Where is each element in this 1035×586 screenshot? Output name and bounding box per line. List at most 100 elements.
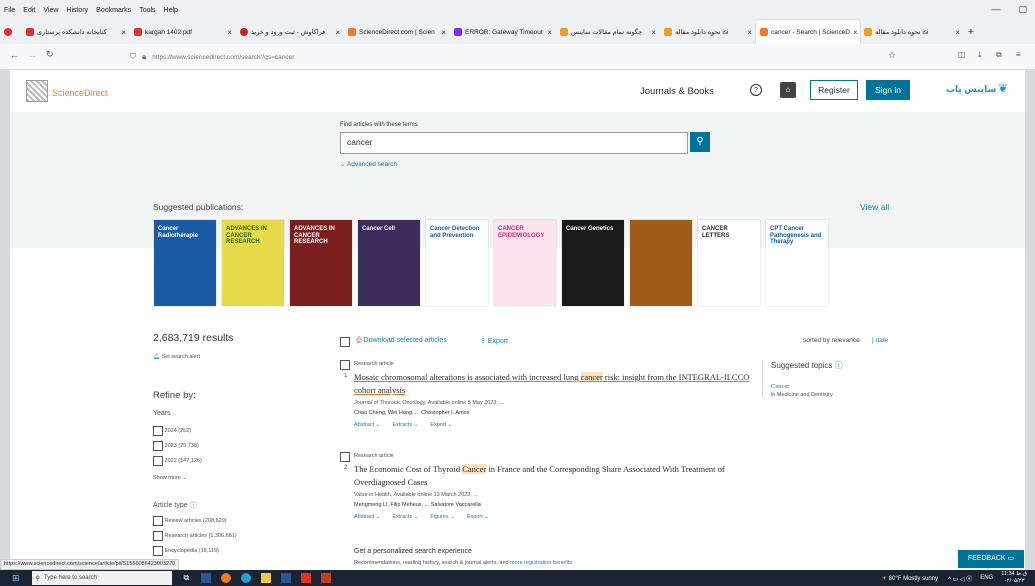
tab-close-icon[interactable]: × [335,28,340,37]
tab-5[interactable]: ERROR: Gateway Timeout × [450,20,556,44]
journal-cover-3[interactable]: ADVANCES IN CANCER RESEARCH [290,220,352,306]
topic-cancer-link[interactable]: Cancer [771,383,882,390]
taskbar-search-box[interactable]: ⚲ Type here to search [31,571,172,585]
pocket-icon[interactable]: ◫ [958,50,966,59]
word-taskbar-icon[interactable] [281,573,292,583]
journal-cover-2[interactable]: ADVANCES IN CANCER RESEARCH [222,220,284,306]
tab-2[interactable]: kargah 1402.pdf × [130,20,236,44]
tab-4[interactable]: ScienceDirect.com | Scien × [344,20,450,44]
windows-start-icon[interactable]: ⊞ [12,573,20,584]
register-button[interactable]: Register [810,80,858,100]
institution-icon[interactable]: ⌂ [780,82,796,98]
journal-cover-8[interactable] [630,220,692,306]
menu-view[interactable]: View [43,7,58,14]
acrobat-taskbar-icon[interactable] [301,573,312,583]
journal-cover-9[interactable]: CANCER LETTERS [698,220,760,306]
abstract-toggle[interactable]: Abstract ⌄ [354,422,380,428]
menu-history[interactable]: History [66,7,88,14]
firefox-taskbar-icon[interactable] [221,573,232,583]
export-toggle[interactable]: Export ⌄ [430,422,452,428]
tab-7[interactable]: نحوه دانلود مقاله isi × [660,20,756,44]
minimize-icon[interactable]: — [991,4,1000,15]
menu-help[interactable]: Help [164,7,178,14]
explorer-taskbar-icon[interactable] [261,573,272,583]
journal-cover-7[interactable]: Cancer Genetics [562,220,624,306]
menu-tools[interactable]: Tools [139,7,155,14]
tab-close-icon[interactable]: × [955,28,960,37]
edge-taskbar-icon[interactable] [241,573,252,583]
help-icon[interactable]: ⓘ [835,361,843,370]
clock[interactable]: 11:34 ق.ظ ۰۲/۰۵/۲۳ [1001,571,1027,585]
extracts-toggle[interactable]: Extracts ⌄ [392,514,418,520]
menu-edit[interactable]: Edit [23,7,35,14]
filter-encyclopedia[interactable]: Encyclopedia (18,119) [153,544,237,559]
back-icon[interactable]: ← [10,50,19,60]
menu-bookmarks[interactable]: Bookmarks [96,7,131,14]
tray-icons[interactable]: ^ ▭ ◁ ⦿ [948,574,972,583]
new-tab-button[interactable]: + [964,20,984,44]
tab-close-icon[interactable]: × [547,28,552,37]
filter-year-2023[interactable]: 2023 (75,738) [153,439,202,454]
task-view-icon[interactable]: ⧉ [184,573,190,583]
journal-cover-1[interactable]: Cancer Radiothérapie [154,220,216,306]
tab-6[interactable]: چگونه تمام مقالات ساینس × [556,20,660,44]
extensions-icon[interactable]: ⧉ [996,50,1002,60]
url-bar[interactable]: ⛉ 🔒︎ https://www.sciencedirect.com/searc… [130,48,900,66]
tab-close-icon[interactable]: × [227,28,232,37]
search-button[interactable]: ⚲ [690,132,710,152]
feedback-button[interactable]: FEEDBACK ▭ [958,550,1024,568]
bookmark-star-icon[interactable]: ☆ [888,50,896,61]
search-input[interactable]: cancer [340,132,688,154]
firefox-view-icon[interactable] [0,20,22,44]
article-title-link[interactable]: The Economic Cost of Thyroid Cancer in F… [354,463,764,489]
advanced-search-link[interactable]: ⌄ Advanced search [340,160,397,168]
journal-cover-10[interactable]: CPT Cancer Pathogenesis and Therapy [766,220,828,306]
forward-icon[interactable]: → [28,50,37,60]
menu-file[interactable]: File [4,7,15,14]
show-more-link[interactable]: Show more ⌄ [153,471,202,486]
view-all-link[interactable]: View all [860,202,889,212]
powerpoint-taskbar-icon[interactable] [321,573,332,583]
registration-benefits-link[interactable]: more registration benefits. [510,560,574,566]
journal-cover-5[interactable]: Cancer Detection and Prevention [426,220,488,306]
journals-books-link[interactable]: Journals & Books [640,86,714,97]
sign-in-button[interactable]: Sign in [866,80,910,100]
tab-9[interactable]: نحوه دانلود مقاله isi × [860,20,964,44]
search-alert-link[interactable]: 🔔︎ Set search alert [153,354,200,360]
filter-research-articles[interactable]: Research articles (1,306,681) [153,529,237,544]
tab-close-icon[interactable]: × [747,28,752,37]
extracts-toggle[interactable]: Extracts ⌄ [392,422,418,428]
download-selected-link[interactable]: ⎙ Download selected articles [356,337,447,345]
maximize-icon[interactable]: ▢ [1018,4,1027,15]
elsevier-logo-icon[interactable] [26,80,48,102]
export-link[interactable]: ⇪ Export [480,337,508,345]
select-all-checkbox[interactable] [340,337,350,347]
brand-name[interactable]: ScienceDirect [52,88,108,98]
tab-close-icon[interactable]: × [853,28,858,37]
tab-8-active[interactable]: cancer - Search | ScienceD × [756,20,860,44]
help-icon[interactable]: ? [750,84,762,96]
tab-3[interactable]: فراکاوش - ثبت ورود و خرید × [236,20,344,44]
export-toggle[interactable]: Export ⌄ [467,514,489,520]
menu-icon[interactable]: ≡ [1016,50,1021,59]
filter-year-2024[interactable]: 2024 (252) [153,424,202,439]
download-icon[interactable]: ⤓ [978,50,982,60]
abstract-toggle[interactable]: Abstract ⌄ [354,514,380,520]
taskbar-app-icon[interactable] [201,573,212,583]
journal-cover-4[interactable]: Cancer Cell [358,220,420,306]
figures-toggle[interactable]: Figures ⌄ [430,514,454,520]
article-checkbox[interactable] [340,360,350,370]
filter-year-2022[interactable]: 2022 (147,126) [153,454,202,469]
filter-review-articles[interactable]: Review articles (208,629) [153,514,237,529]
tab-1[interactable]: کتابخانه دانشکده پرستاری × [22,20,130,44]
journal-cover-6[interactable]: CANCER EPIDEMIOLOGY [494,220,556,306]
weather-widget[interactable]: ☀ 80°F Mostly sunny [882,575,938,582]
tab-close-icon[interactable]: × [441,28,446,37]
help-icon[interactable]: ⓘ [190,502,197,509]
article-checkbox[interactable] [340,452,350,462]
reload-icon[interactable]: ↻ [46,49,54,60]
sort-date-link[interactable]: | date [872,337,888,344]
article-title-link[interactable]: Mosaic chromosomal alterations is associ… [354,371,754,397]
language-indicator[interactable]: ENG [980,575,993,581]
sorted-by-relevance[interactable]: sorted by relevance [803,337,860,344]
